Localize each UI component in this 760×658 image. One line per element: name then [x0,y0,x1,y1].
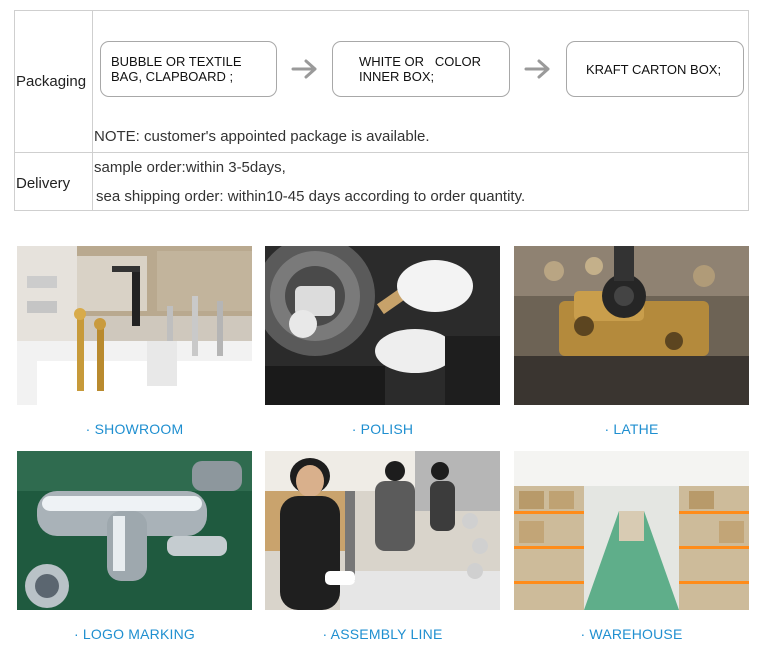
assembly-line-photo [265,451,500,610]
lathe-caption: · LATHE [604,421,659,437]
polish-photo [265,246,500,405]
packaging-step-3-text: KRAFT CARTON BOX; [586,61,722,77]
logo-marking-photo [17,451,252,610]
packaging-step-3: KRAFT CARTON BOX; [566,41,744,97]
delivery-sample-line: sample order:within 3-5days, [94,159,286,176]
packaging-step-1: BUBBLE OR TEXTILE BAG, CLAPBOARD ; [100,41,277,97]
right-arrow-icon [524,59,550,79]
packaging-step-1-text: BUBBLE OR TEXTILE BAG, CLAPBOARD ; [111,54,242,84]
warehouse-caption: · WAREHOUSE [580,626,683,642]
polish-caption: · POLISH [351,421,414,437]
showroom-caption: · SHOWROOM [85,421,184,437]
packaging-delivery-table: Packaging Delivery BUBBLE OR TEXTILE BAG… [14,10,749,211]
lathe-photo [514,246,749,405]
packaging-note: NOTE: customer's appointed package is av… [94,128,430,145]
showroom-photo [17,246,252,405]
packaging-step-2: WHITE OR COLOR INNER BOX; [332,41,510,97]
row-divider [15,152,748,153]
packaging-label: Packaging [16,73,87,90]
right-arrow-icon [291,59,317,79]
warehouse-photo [514,451,749,610]
delivery-shipping-line: sea shipping order: within10-45 days acc… [96,188,526,205]
delivery-label: Delivery [16,175,71,192]
column-divider [92,11,93,210]
assembly-line-caption: · ASSEMBLY LINE [322,626,443,642]
packaging-step-2-text: WHITE OR COLOR INNER BOX; [359,54,485,84]
logo-marking-caption: · LOGO MARKING [73,626,196,642]
